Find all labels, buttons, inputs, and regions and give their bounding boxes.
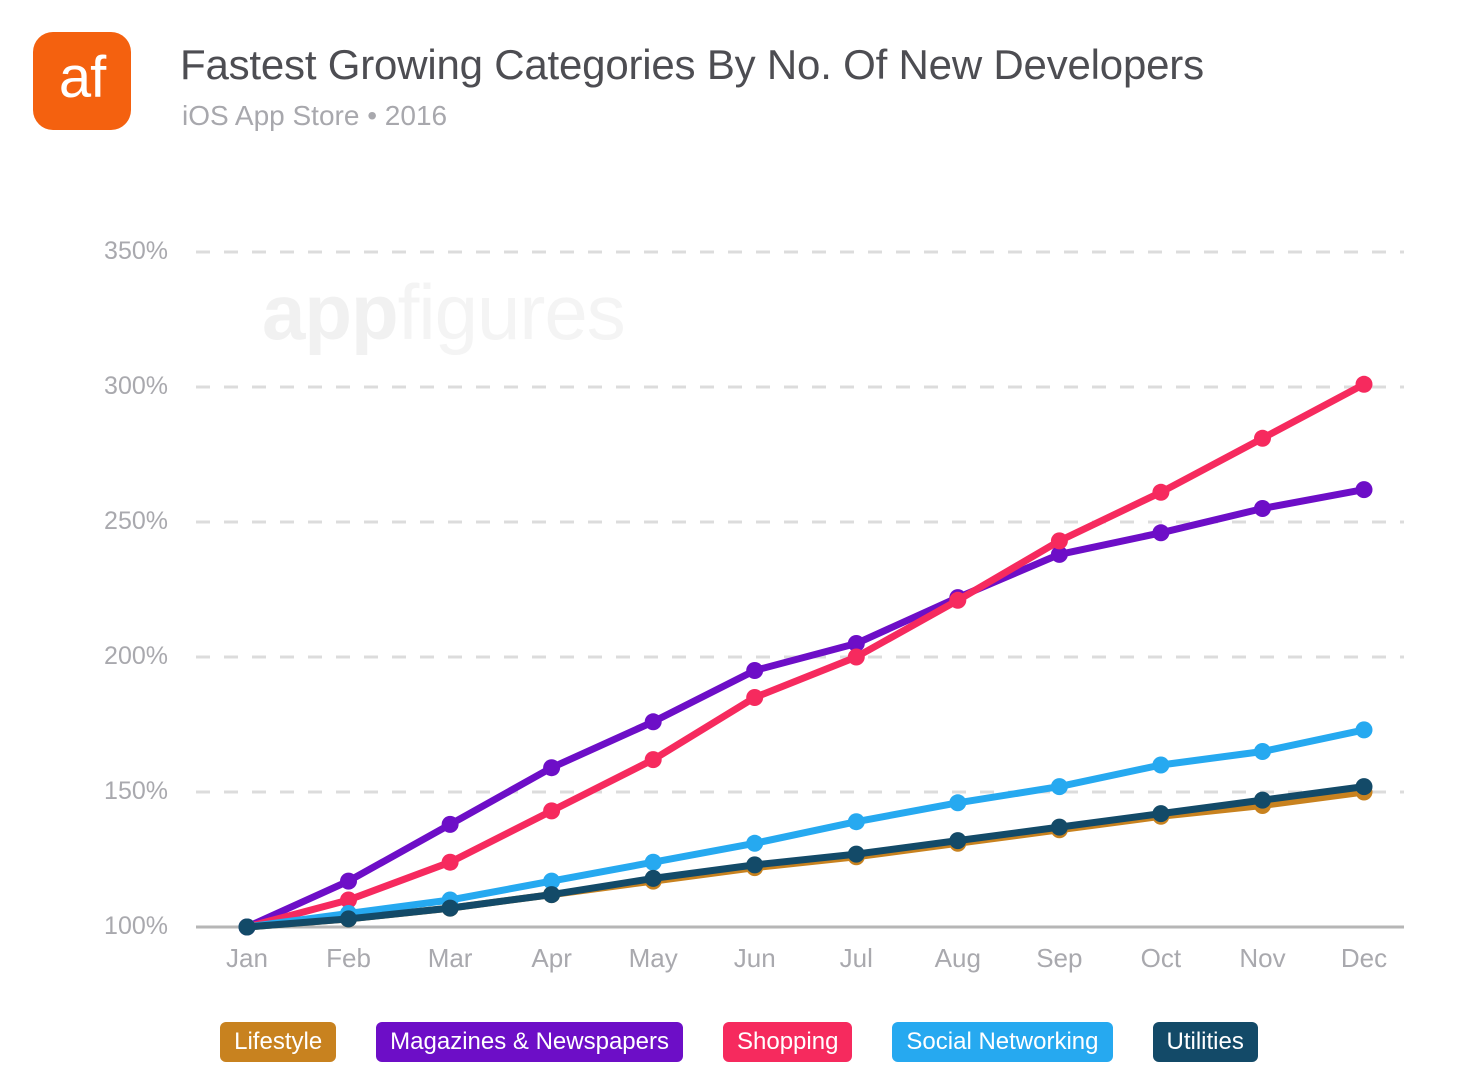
series-line — [243, 726, 1368, 931]
series-utilities — [238, 778, 1373, 936]
line-chart: 100% 150% 200% 250% 300% 350% Jan Feb Mar Apr May… — [0, 0, 1478, 1088]
data-point[interactable] — [1050, 532, 1068, 550]
data-point[interactable] — [1050, 818, 1068, 836]
data-point[interactable] — [543, 759, 561, 777]
data-point[interactable] — [238, 918, 256, 936]
data-point[interactable] — [1152, 756, 1170, 774]
series-social-networking — [238, 721, 1373, 936]
data-point[interactable] — [847, 648, 865, 666]
data-point[interactable] — [847, 845, 865, 863]
y-axis-tick-label: 100% — [104, 912, 168, 940]
legend-item-shopping[interactable]: Shopping — [722, 1022, 853, 1062]
data-point[interactable] — [644, 869, 662, 887]
y-axis-tick-label: 250% — [104, 507, 168, 535]
data-point[interactable] — [949, 794, 967, 812]
data-point[interactable] — [644, 853, 662, 871]
data-point[interactable] — [746, 856, 764, 874]
data-point[interactable] — [1355, 778, 1373, 796]
chart-canvas — [196, 250, 1404, 936]
x-axis-tick-label: Mar — [427, 943, 473, 973]
legend-item-utilities[interactable]: Utilities — [1152, 1022, 1258, 1062]
series-magazines-newspapers — [238, 481, 1373, 936]
x-axis-tick-label: Dec — [1340, 943, 1388, 973]
data-point[interactable] — [1152, 524, 1170, 542]
x-axis-tick-label: Sep — [1036, 943, 1083, 973]
y-axis-tick-label: 300% — [104, 372, 168, 400]
data-point[interactable] — [847, 813, 865, 831]
legend-item-lifestyle[interactable]: Lifestyle — [220, 1022, 337, 1062]
data-point[interactable] — [543, 802, 561, 820]
data-point[interactable] — [949, 832, 967, 850]
legend-item-magazines-newspapers[interactable]: Magazines & Newspapers — [376, 1022, 683, 1062]
data-point[interactable] — [1254, 743, 1271, 760]
data-point[interactable] — [1254, 429, 1271, 447]
data-point[interactable] — [1050, 778, 1068, 796]
x-axis-tick-label: Jun — [733, 943, 776, 973]
x-axis-tick-label: Nov — [1239, 943, 1286, 973]
data-point[interactable] — [1152, 805, 1170, 823]
data-point[interactable] — [644, 751, 662, 769]
x-axis-tick-label: Feb — [326, 943, 371, 973]
data-point[interactable] — [746, 662, 764, 679]
data-point[interactable] — [1152, 483, 1170, 501]
y-axis-tick-label: 150% — [104, 777, 168, 805]
data-point[interactable] — [1355, 375, 1373, 393]
data-point[interactable] — [441, 899, 459, 917]
x-axis-tick-label: Oct — [1140, 943, 1182, 973]
data-point[interactable] — [746, 834, 764, 852]
data-point[interactable] — [1254, 791, 1271, 809]
data-point[interactable] — [441, 815, 459, 833]
data-point[interactable] — [746, 689, 764, 706]
data-point[interactable] — [543, 886, 561, 904]
y-axis-tick-label: 350% — [104, 237, 168, 265]
data-point[interactable] — [1355, 481, 1373, 499]
data-point[interactable] — [340, 872, 357, 890]
data-point[interactable] — [949, 591, 967, 609]
x-axis-tick-label: Jan — [226, 943, 268, 973]
data-point[interactable] — [340, 910, 357, 928]
y-axis-tick-label: 200% — [104, 642, 168, 670]
data-point[interactable] — [644, 713, 662, 731]
x-axis-tick-label: May — [628, 943, 678, 973]
data-point[interactable] — [1355, 721, 1373, 739]
legend-item-social-networking[interactable]: Social Networking — [892, 1022, 1113, 1062]
x-axis-tick-label: Apr — [531, 943, 572, 973]
data-point[interactable] — [441, 853, 459, 871]
x-axis-tick-label: Jul — [839, 943, 873, 973]
data-point[interactable] — [1254, 500, 1271, 517]
chart-legend: Lifestyle Magazines & Newspapers Shopping S… — [0, 1019, 1478, 1065]
x-axis-tick-label: Aug — [934, 943, 981, 973]
